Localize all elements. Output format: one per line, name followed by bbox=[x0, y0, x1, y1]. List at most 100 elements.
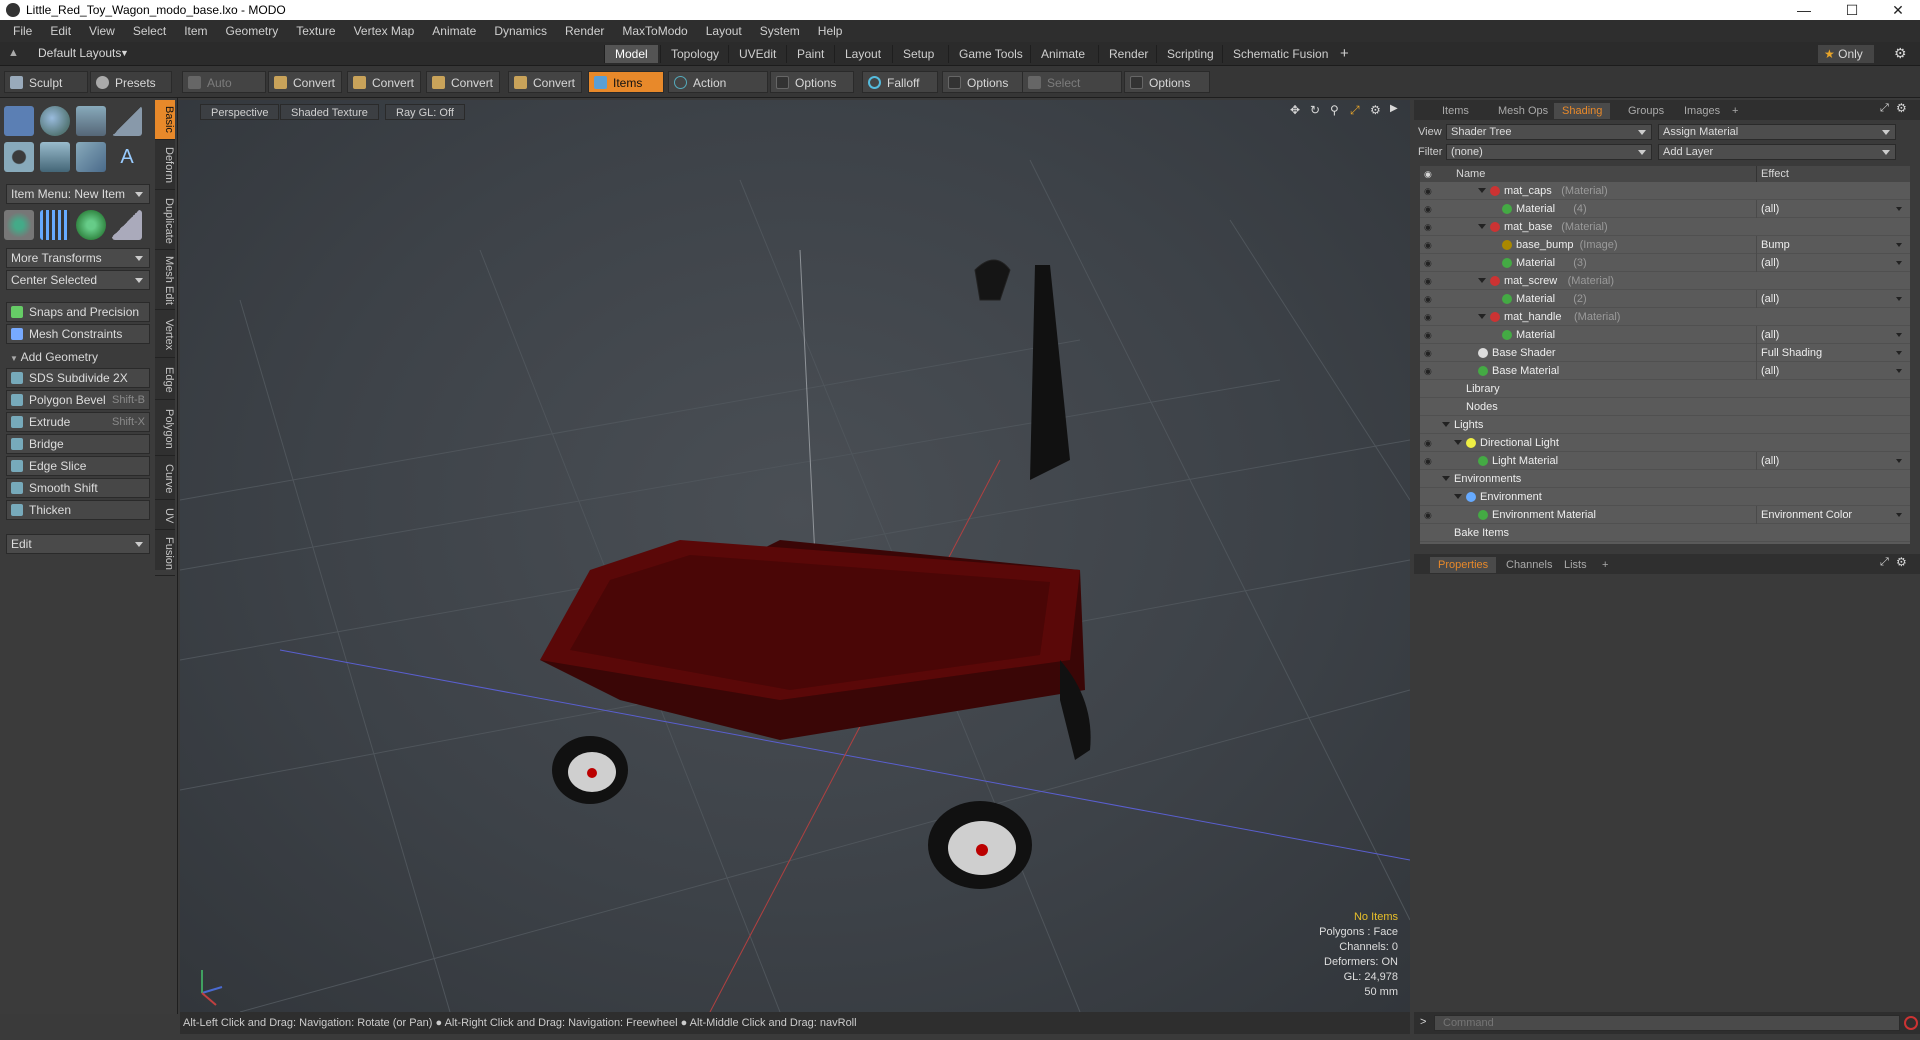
menu-item[interactable]: Item bbox=[175, 24, 216, 38]
vtab-edge[interactable]: Edge bbox=[155, 360, 175, 400]
visibility-eye-icon[interactable]: ◉ bbox=[1424, 438, 1436, 448]
expand-triangle-icon[interactable] bbox=[1454, 494, 1462, 499]
tab-scripting[interactable]: Scripting bbox=[1156, 45, 1224, 63]
tree-item-effect[interactable]: (all) bbox=[1756, 452, 1906, 470]
command-input[interactable] bbox=[1434, 1015, 1900, 1031]
action-center-button[interactable]: Action Center bbox=[668, 71, 768, 112]
add-geometry-header[interactable]: ▼ Add Geometry bbox=[10, 350, 98, 364]
convert-polygon-button[interactable]: Convert bbox=[426, 71, 500, 93]
tree-item-effect[interactable]: Full Shading bbox=[1756, 344, 1906, 362]
tab-images[interactable]: Images bbox=[1676, 103, 1728, 119]
vtab-duplicate[interactable]: Duplicate bbox=[155, 192, 175, 250]
torus-primitive-icon[interactable] bbox=[4, 142, 34, 172]
tab-properties[interactable]: Properties bbox=[1430, 557, 1497, 573]
tab-render[interactable]: Render bbox=[1098, 45, 1158, 63]
transform-icon[interactable] bbox=[4, 210, 34, 240]
tab-mesh-ops[interactable]: Mesh Ops bbox=[1490, 103, 1556, 119]
expand-triangle-icon[interactable] bbox=[1454, 440, 1462, 445]
tree-row[interactable]: ◉ mat_base (Material) bbox=[1420, 218, 1910, 236]
tree-row[interactable]: ◉ mat_handle (Material) bbox=[1420, 308, 1910, 326]
tab-topology[interactable]: Topology bbox=[660, 45, 729, 63]
tree-row[interactable]: ◉ Material (all) bbox=[1420, 326, 1910, 344]
close-button[interactable]: ✕ bbox=[1876, 0, 1920, 20]
expand-triangle-icon[interactable] bbox=[1478, 224, 1486, 229]
tab-groups[interactable]: Groups bbox=[1620, 103, 1672, 119]
visibility-eye-icon[interactable]: ◉ bbox=[1424, 366, 1436, 376]
tree-item-effect[interactable]: Environment Color bbox=[1756, 506, 1906, 524]
tree-row[interactable]: ◉ mat_caps (Material) bbox=[1420, 182, 1910, 200]
menu-layout[interactable]: Layout bbox=[697, 24, 751, 38]
auto-select-button[interactable]: Auto Select bbox=[182, 71, 266, 112]
expand-triangle-icon[interactable] bbox=[1478, 188, 1486, 193]
assign-material-dropdown[interactable]: Assign Material bbox=[1658, 124, 1896, 140]
tree-row[interactable]: ◉ Material (3) (all) bbox=[1420, 254, 1910, 272]
pan-icon[interactable]: ✥ bbox=[1290, 103, 1300, 117]
gear-icon[interactable]: ⚙ bbox=[1896, 555, 1907, 569]
edit-dropdown[interactable]: Edit bbox=[6, 534, 150, 554]
extrude-button[interactable]: Extrude Shift-X bbox=[6, 412, 150, 432]
visibility-eye-icon[interactable]: ◉ bbox=[1424, 510, 1436, 520]
tree-row[interactable]: ◉ Base Material (all) bbox=[1420, 362, 1910, 380]
gear-icon[interactable]: ⚙ bbox=[1370, 103, 1381, 117]
tree-row[interactable]: ◉ Material (4) (all) bbox=[1420, 200, 1910, 218]
tree-row[interactable]: ◉ mat_screw (Material) bbox=[1420, 272, 1910, 290]
tab-animate[interactable]: Animate bbox=[1030, 45, 1095, 63]
tab-paint[interactable]: Paint bbox=[786, 45, 834, 63]
tree-item-effect[interactable]: (all) bbox=[1756, 254, 1906, 272]
visibility-eye-icon[interactable]: ◉ bbox=[1424, 348, 1436, 358]
vtab-vertex[interactable]: Vertex bbox=[155, 312, 175, 358]
filter-dropdown[interactable]: (none) bbox=[1446, 144, 1652, 160]
tab-uvedit[interactable]: UVEdit bbox=[728, 45, 786, 63]
falloff-button[interactable]: Falloff bbox=[862, 71, 938, 93]
tab-layout[interactable]: Layout bbox=[834, 45, 891, 63]
item-menu-dropdown[interactable]: Item Menu: New Item bbox=[6, 184, 150, 204]
minimize-button[interactable]: — bbox=[1782, 0, 1826, 20]
expand-triangle-icon[interactable] bbox=[1442, 476, 1450, 481]
pyramid-icon[interactable] bbox=[112, 210, 142, 240]
visibility-eye-icon[interactable]: ◉ bbox=[1424, 276, 1436, 286]
only-toggle[interactable]: ★ Only bbox=[1818, 45, 1874, 63]
capsule-primitive-icon[interactable] bbox=[40, 142, 70, 172]
expand-triangle-icon[interactable] bbox=[1478, 314, 1486, 319]
tab-game-tools[interactable]: Game Tools bbox=[948, 45, 1033, 63]
shading-mode-button[interactable]: Shaded Texture bbox=[280, 104, 379, 120]
column-name[interactable]: Name bbox=[1456, 166, 1485, 182]
tree-item-effect[interactable]: (all) bbox=[1756, 326, 1906, 344]
convert-edge-button[interactable]: Convert bbox=[347, 71, 421, 93]
tree-row[interactable]: Lights bbox=[1420, 416, 1910, 434]
tree-row[interactable]: ◉ Directional Light bbox=[1420, 434, 1910, 452]
record-icon[interactable] bbox=[1904, 1016, 1918, 1030]
tree-row[interactable]: ◉ base_bump (Image) Bump bbox=[1420, 236, 1910, 254]
menu-animate[interactable]: Animate bbox=[423, 24, 485, 38]
tree-row[interactable]: Bake Items bbox=[1420, 524, 1910, 542]
add-tab-button[interactable]: + bbox=[1724, 103, 1746, 119]
vtab-curve[interactable]: Curve bbox=[155, 458, 175, 500]
menu-help[interactable]: Help bbox=[809, 24, 852, 38]
tree-row[interactable]: ◉ Light Material (all) bbox=[1420, 452, 1910, 470]
tab-setup[interactable]: Setup bbox=[892, 45, 944, 63]
sds-subdivide-button[interactable]: SDS Subdivide 2X bbox=[6, 368, 150, 388]
menu-vertex-map[interactable]: Vertex Map bbox=[345, 24, 424, 38]
menu-render[interactable]: Render bbox=[556, 24, 613, 38]
tree-row[interactable]: Library bbox=[1420, 380, 1910, 398]
falloff-options-button[interactable]: Options bbox=[942, 71, 1024, 93]
view-mode-button[interactable]: Perspective bbox=[200, 104, 280, 120]
tab-channels[interactable]: Channels bbox=[1498, 557, 1560, 573]
tree-row[interactable]: ◉ Environment Material Environment Color bbox=[1420, 506, 1910, 524]
smooth-shift-button[interactable]: Smooth Shift bbox=[6, 478, 150, 498]
tree-row[interactable]: Nodes bbox=[1420, 398, 1910, 416]
presets-button[interactable]: Presets F6 bbox=[90, 71, 172, 112]
chevron-right-icon[interactable]: ▶ bbox=[1390, 103, 1398, 114]
tree-row[interactable]: ◉ Material (2) (all) bbox=[1420, 290, 1910, 308]
bridge-button[interactable]: Bridge bbox=[6, 434, 150, 454]
menu-system[interactable]: System bbox=[751, 24, 809, 38]
expand-icon[interactable]: ⤢ bbox=[1880, 102, 1889, 115]
add-tab-button[interactable]: + bbox=[1594, 557, 1616, 573]
gear-icon[interactable]: ⚙ bbox=[1896, 101, 1907, 115]
add-layer-dropdown[interactable]: Add Layer bbox=[1658, 144, 1896, 160]
pen-tool-icon[interactable] bbox=[76, 142, 106, 172]
sphere-primitive-icon[interactable] bbox=[40, 106, 70, 136]
snaps-precision-button[interactable]: Snaps and Precision bbox=[6, 302, 150, 322]
polygon-bevel-button[interactable]: Polygon Bevel Shift-B bbox=[6, 390, 150, 410]
visibility-eye-icon[interactable]: ◉ bbox=[1424, 330, 1436, 340]
